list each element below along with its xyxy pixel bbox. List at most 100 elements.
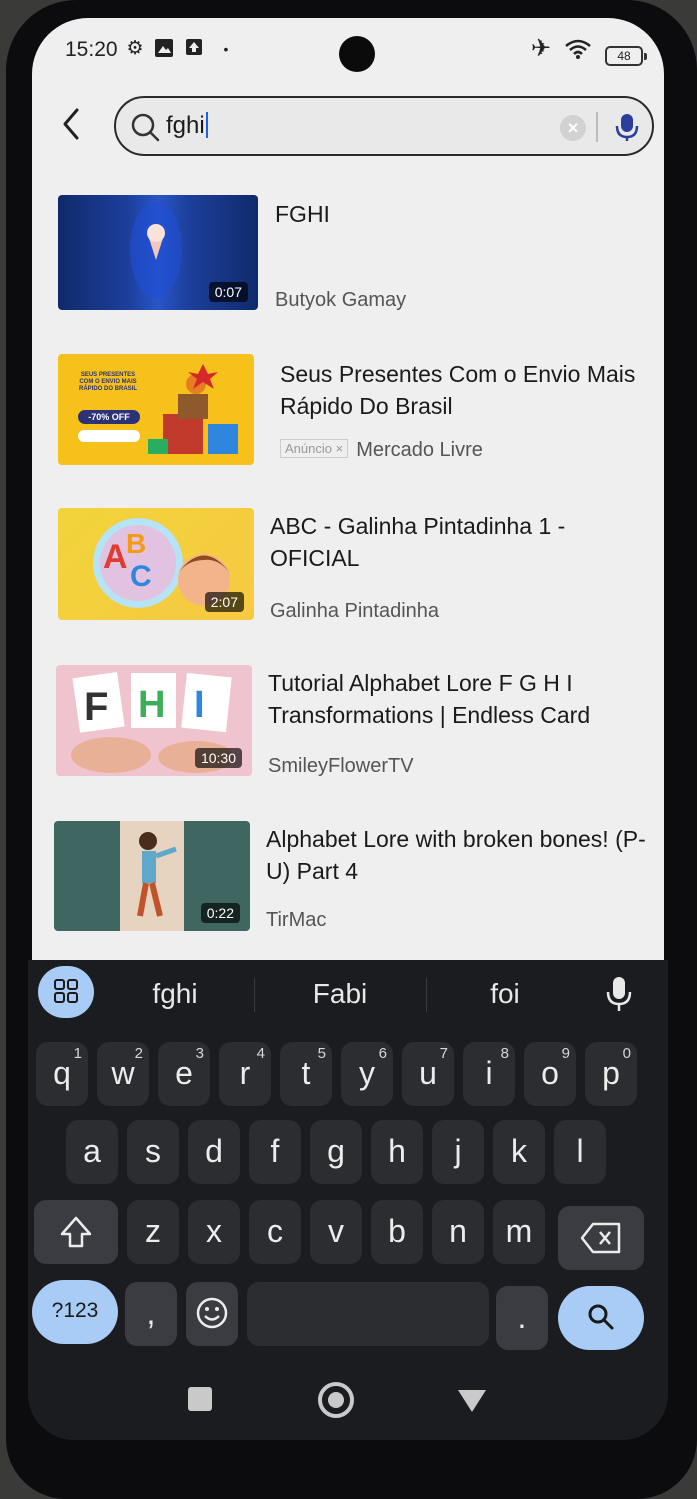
- video-title[interactable]: Alphabet Lore with broken bones! (P-U) P…: [266, 823, 646, 887]
- key-w[interactable]: w2: [97, 1042, 149, 1106]
- emoji-icon: [196, 1297, 228, 1329]
- video-thumbnail[interactable]: A B C 2:07: [58, 508, 254, 620]
- suggestion-2[interactable]: Fabi: [270, 970, 410, 1018]
- symbols-key[interactable]: ?123: [32, 1280, 118, 1344]
- key-label: y: [359, 1055, 375, 1091]
- video-duration: 2:07: [204, 592, 244, 612]
- voice-search-icon[interactable]: [610, 110, 644, 144]
- video-title[interactable]: FGHI: [275, 198, 635, 230]
- keyboard-voice-icon[interactable]: [604, 974, 634, 1014]
- search-icon: [588, 1304, 614, 1330]
- key-label: t: [301, 1055, 311, 1091]
- key-i[interactable]: i8: [463, 1042, 515, 1106]
- key-label: i: [485, 1055, 493, 1091]
- search-icon: [131, 113, 160, 142]
- video-title[interactable]: Tutorial Alphabet Lore F G H I Transform…: [268, 667, 638, 731]
- key-e[interactable]: e3: [158, 1042, 210, 1106]
- emoji-key[interactable]: [186, 1282, 238, 1346]
- video-thumbnail[interactable]: 0:07: [58, 195, 258, 310]
- suggestion-3[interactable]: foi: [440, 970, 570, 1018]
- video-thumbnail[interactable]: 0:22: [54, 821, 250, 931]
- key-p[interactable]: p0: [585, 1042, 637, 1106]
- search-input[interactable]: fghi ×: [114, 96, 654, 156]
- search-result-item[interactable]: 0:07 FGHI Butyok Gamay: [0, 190, 697, 320]
- status-time: 15:20: [65, 38, 118, 61]
- video-title[interactable]: ABC - Galinha Pintadinha 1 - OFICIAL: [270, 510, 610, 574]
- key-c[interactable]: c: [249, 1200, 301, 1264]
- key-t[interactable]: t5: [280, 1042, 332, 1106]
- grid-icon: [54, 979, 78, 1003]
- key-y[interactable]: y6: [341, 1042, 393, 1106]
- svg-text:B: B: [126, 528, 146, 559]
- key-alt-label: 3: [195, 1045, 204, 1062]
- channel-name[interactable]: TirMac: [266, 909, 326, 932]
- key-a[interactable]: a: [66, 1120, 118, 1184]
- comma-key[interactable]: ,: [125, 1282, 177, 1346]
- nav-back-button[interactable]: [458, 1390, 486, 1412]
- key-alt-label: 8: [500, 1045, 509, 1062]
- svg-text:F: F: [84, 685, 108, 729]
- shift-icon: [60, 1216, 92, 1248]
- key-h[interactable]: h: [371, 1120, 423, 1184]
- search-result-item[interactable]: 0:22 Alphabet Lore with broken bones! (P…: [0, 818, 697, 948]
- search-result-item[interactable]: A B C 2:07 ABC - Galinha Pintadinha 1 - …: [0, 505, 697, 635]
- key-label: q: [53, 1055, 71, 1091]
- key-q[interactable]: q1: [36, 1042, 88, 1106]
- key-alt-label: 7: [439, 1045, 448, 1062]
- search-result-item[interactable]: F H I 10:30 Tutorial Alphabet Lore F G H…: [0, 662, 697, 792]
- suggestion-1[interactable]: fghi: [110, 970, 240, 1018]
- svg-text:H: H: [138, 684, 165, 726]
- ad-thumbnail[interactable]: SEUS PRESENTES COM O ENVIO MAIS RÁPIDO D…: [58, 354, 254, 465]
- key-label: u: [419, 1055, 437, 1091]
- recents-button[interactable]: [188, 1387, 212, 1411]
- back-arrow-icon: [63, 108, 79, 140]
- ad-badge: Anúncio ×: [280, 439, 349, 458]
- key-j[interactable]: j: [432, 1120, 484, 1184]
- backspace-key[interactable]: [558, 1206, 644, 1270]
- ad-title[interactable]: Seus Presentes Com o Envio Mais Rápido D…: [280, 358, 650, 422]
- key-k[interactable]: k: [493, 1120, 545, 1184]
- key-s[interactable]: s: [127, 1120, 179, 1184]
- key-f[interactable]: f: [249, 1120, 301, 1184]
- key-z[interactable]: z: [127, 1200, 179, 1264]
- back-button[interactable]: [55, 104, 91, 144]
- settings-gear-icon: ⚙: [126, 38, 144, 59]
- clear-search-button[interactable]: ×: [560, 115, 586, 141]
- search-enter-key[interactable]: [558, 1286, 644, 1350]
- key-label: w: [111, 1055, 135, 1091]
- video-duration: 10:30: [194, 748, 242, 768]
- key-x[interactable]: x: [188, 1200, 240, 1264]
- home-button[interactable]: [318, 1382, 354, 1418]
- video-duration: 0:07: [208, 282, 248, 302]
- key-n[interactable]: n: [432, 1200, 484, 1264]
- channel-name[interactable]: Galinha Pintadinha: [270, 600, 439, 623]
- video-thumbnail[interactable]: F H I 10:30: [56, 665, 252, 776]
- key-alt-label: 4: [256, 1045, 265, 1062]
- toys-graphic: [148, 364, 238, 454]
- sponsored-result-item[interactable]: SEUS PRESENTES COM O ENVIO MAIS RÁPIDO D…: [0, 350, 697, 480]
- channel-name[interactable]: Butyok Gamay: [275, 289, 406, 312]
- key-label: o: [541, 1055, 559, 1091]
- key-b[interactable]: b: [371, 1200, 423, 1264]
- key-u[interactable]: u7: [402, 1042, 454, 1106]
- image-notification-icon: [153, 38, 175, 60]
- key-d[interactable]: d: [188, 1120, 240, 1184]
- shift-key[interactable]: [34, 1200, 118, 1264]
- ad-advertiser[interactable]: Anúncio × Mercado Livre: [280, 439, 483, 462]
- key-v[interactable]: v: [310, 1200, 362, 1264]
- key-r[interactable]: r4: [219, 1042, 271, 1106]
- key-l[interactable]: l: [554, 1120, 606, 1184]
- space-key[interactable]: [247, 1282, 489, 1346]
- key-label: e: [175, 1055, 193, 1091]
- front-camera: [339, 36, 375, 72]
- period-key[interactable]: .: [496, 1286, 548, 1350]
- keyboard-menu-button[interactable]: [38, 966, 94, 1018]
- key-alt-label: 2: [134, 1045, 143, 1062]
- dot-icon: •: [223, 41, 229, 57]
- key-m[interactable]: m: [493, 1200, 545, 1264]
- backspace-icon: [580, 1222, 621, 1254]
- wifi-icon: [564, 38, 592, 60]
- channel-name[interactable]: SmileyFlowerTV: [268, 755, 414, 778]
- key-g[interactable]: g: [310, 1120, 362, 1184]
- key-o[interactable]: o9: [524, 1042, 576, 1106]
